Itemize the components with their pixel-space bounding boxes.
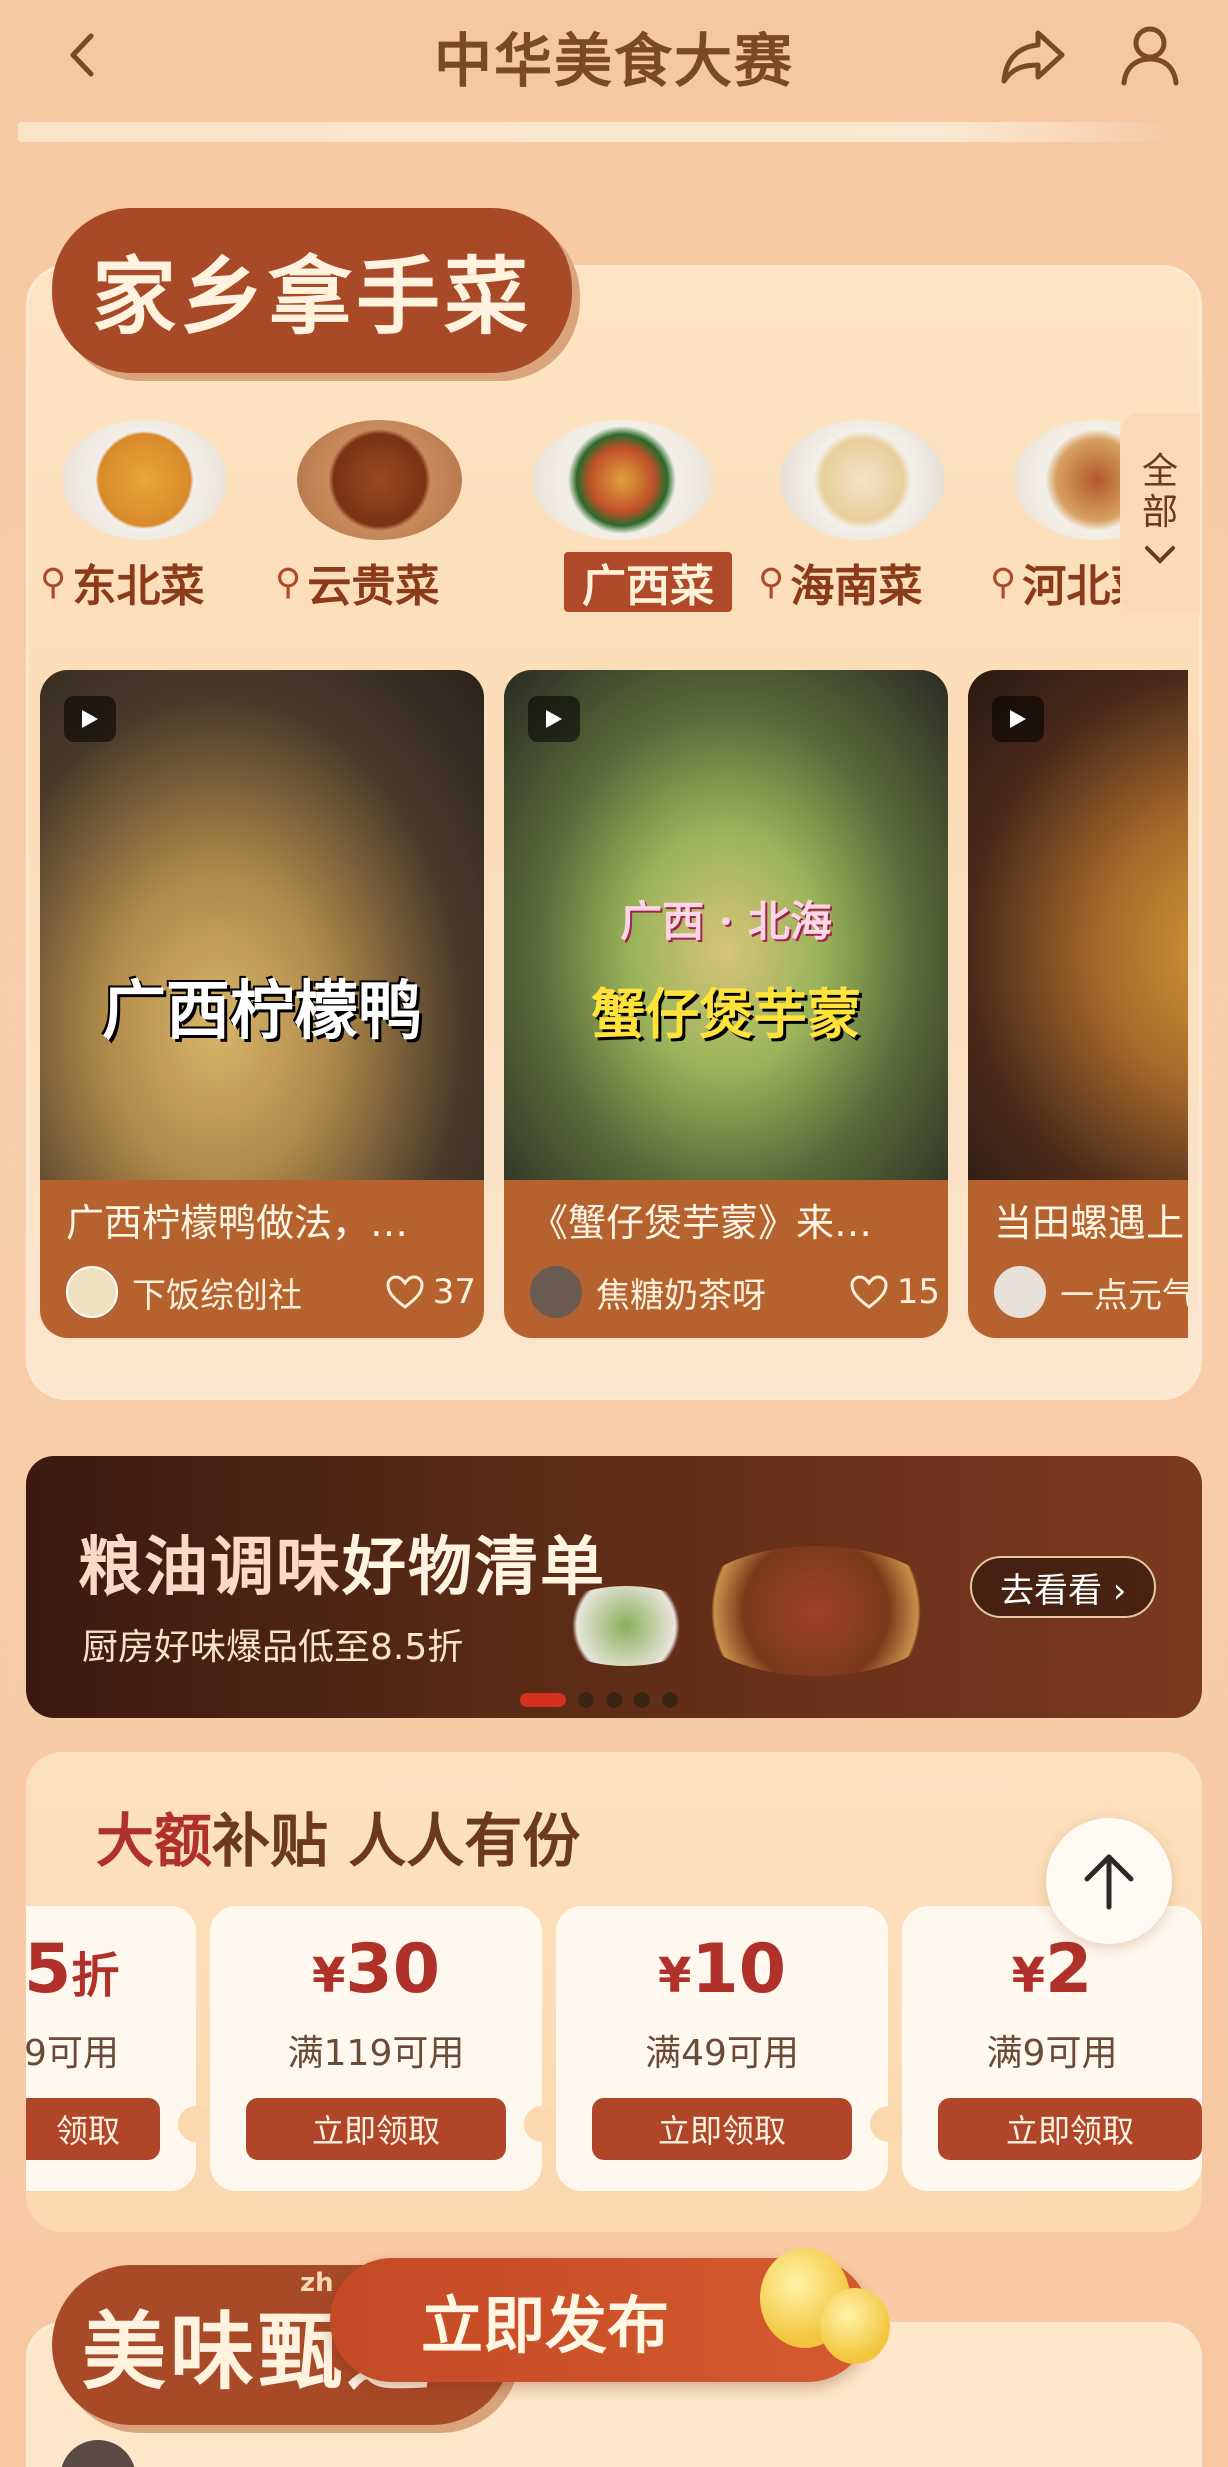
coupon: ¥30 满119可用 立即领取 [210, 1906, 542, 2191]
dish-image [532, 420, 712, 540]
region-tabs: ⚲东北菜 ⚲云贵菜 广西菜 ⚲海南菜 ⚲河北菜 [40, 420, 1120, 630]
video-card[interactable]: 当田螺遇上 一点元气 [968, 670, 1188, 1338]
share-icon[interactable] [998, 20, 1068, 90]
banner-subtitle: 厨房好味爆品低至8.5折 [82, 1627, 464, 1668]
author-name: 焦糖奶茶呀 [596, 1275, 766, 1316]
video-title: 广西柠檬鸭做法，… [66, 1201, 409, 1245]
claim-button[interactable]: 立即领取 [246, 2098, 506, 2160]
header-divider [18, 122, 1178, 142]
author-name: 一点元气 [1060, 1275, 1188, 1316]
coupon-condition: 满9可用 [986, 2033, 1118, 2074]
currency: ¥ [1011, 1948, 1046, 2004]
avatar [66, 1266, 118, 1318]
video-overlay-text: 广西柠檬鸭 [102, 974, 422, 1049]
video-title: 当田螺遇上 [994, 1201, 1185, 1245]
region-label: 东北菜 [72, 561, 205, 612]
play-icon [992, 696, 1044, 742]
coupon: ¥10 满49可用 立即领取 [556, 1906, 888, 2191]
food-image [686, 1546, 946, 1676]
video-card[interactable]: 广西柠檬鸭 广西柠檬鸭做法，… 下饭综创社 37 [40, 670, 484, 1338]
coupon-condition: 满49可用 [645, 2033, 799, 2074]
scroll-to-top-button[interactable] [1046, 1818, 1172, 1944]
like-count: 37 [432, 1272, 476, 1312]
location-pin-icon: ⚲ [275, 561, 302, 603]
region-tab-hainan[interactable]: ⚲ 海南菜 [758, 420, 988, 620]
like-count: 15 [896, 1272, 940, 1312]
claim-button[interactable]: 立即领取 [592, 2098, 852, 2160]
promo-banner[interactable]: 粮油调味好物清单 厨房好味爆品低至8.5折 去看看 › [26, 1456, 1202, 1718]
play-icon [528, 696, 580, 742]
carousel-dot [606, 1692, 622, 1708]
badge-pinyin: zh [300, 2268, 334, 2298]
video-title: 《蟹仔煲芋蒙》来… [530, 1201, 873, 1245]
heart-icon [386, 1275, 424, 1309]
heart-icon [850, 1275, 888, 1309]
carousel-dot [662, 1692, 678, 1708]
video-thumbnail [40, 670, 484, 1180]
currency: ¥ [657, 1948, 692, 2004]
subsidy-title: 大额补贴 人人有份 [96, 1807, 581, 1875]
arrow-up-icon [1084, 1854, 1134, 1910]
location-pin-icon: ⚲ [990, 561, 1017, 603]
chevron-down-icon [1143, 534, 1177, 575]
like-button[interactable]: 37 [385, 1272, 476, 1312]
coupon-notch [178, 2106, 214, 2142]
coupon-amount: 5 [26, 1930, 72, 2009]
region-tab-guangxi[interactable]: 广西菜 [520, 420, 750, 620]
all-regions-button[interactable]: 全 部 [1120, 413, 1200, 613]
avatar [530, 1266, 582, 1318]
badge-pinyin: ná [338, 212, 375, 242]
go-see-button[interactable]: 去看看 › [970, 1556, 1157, 1618]
coupon-unit: 折 [71, 1948, 120, 2004]
coupon-amount: 30 [345, 1930, 441, 2009]
carousel-dot-active [520, 1693, 566, 1707]
coupon-condition: 满119可用 [287, 2033, 465, 2074]
region-label: 云贵菜 [307, 561, 440, 612]
dish-image [297, 420, 462, 540]
region-tab-hebei[interactable]: ⚲河北菜 [990, 420, 1120, 620]
banner-title-highlight: 粮油调味 [78, 1530, 342, 1605]
carousel-dot [578, 1692, 594, 1708]
location-pin-icon: ⚲ [758, 561, 785, 603]
coupon-list: 5折 9可用 领取 ¥30 满119可用 立即领取 ¥10 满49可用 立即领取… [26, 1906, 1202, 2191]
carousel-dots [520, 1692, 678, 1708]
coupon: 5折 9可用 领取 [26, 1906, 196, 2191]
hometown-badge: 家乡拿手菜 [52, 208, 573, 373]
user-icon[interactable] [1115, 20, 1185, 90]
carousel-dot [634, 1692, 650, 1708]
claim-button[interactable]: 立即领取 [938, 2098, 1202, 2160]
coupon-amount: 10 [691, 1930, 787, 2009]
video-overlay-text: 蟹仔煲芋蒙 [591, 982, 861, 1046]
top-bar: 中华美食大赛 [0, 0, 1228, 110]
region-label-active: 广西菜 [582, 561, 714, 612]
coupon-notch [524, 2106, 560, 2142]
video-card[interactable]: 广西 · 北海 蟹仔煲芋蒙 《蟹仔煲芋蒙》来… 焦糖奶茶呀 15 [504, 670, 948, 1338]
region-label: 海南菜 [790, 561, 923, 612]
dish-image [780, 420, 945, 540]
video-thumbnail [968, 670, 1188, 1180]
location-pin-icon: ⚲ [40, 561, 67, 603]
video-carousel: 广西柠檬鸭 广西柠檬鸭做法，… 下饭综创社 37 广西 · 北海 蟹仔煲芋蒙 《… [40, 670, 1188, 1340]
author-name: 下饭综创社 [132, 1275, 302, 1316]
like-button[interactable]: 15 [849, 1272, 940, 1312]
avatar [994, 1266, 1046, 1318]
currency: ¥ [311, 1948, 346, 2004]
coupon-notch [870, 2106, 906, 2142]
region-tab-yungui[interactable]: ⚲ 云贵菜 [275, 420, 505, 620]
potato-mascot-icon [760, 2238, 890, 2368]
play-icon [64, 696, 116, 742]
coupon: ¥2 满9可用 立即领取 [902, 1906, 1202, 2191]
dish-image [62, 420, 227, 540]
video-overlay-subtext: 广西 · 北海 [620, 897, 832, 946]
coupon-condition: 9可用 [26, 2033, 119, 2074]
coupon-amount: 2 [1045, 1930, 1093, 2009]
subsidy-card: 大额补贴 人人有份 5折 9可用 领取 ¥30 满119可用 立即领取 ¥10 … [26, 1752, 1202, 2232]
region-tab-dongbei[interactable]: ⚲ 东北菜 [40, 420, 270, 620]
dish-image [1014, 420, 1120, 540]
claim-button[interactable]: 领取 [26, 2098, 160, 2160]
region-label: 河北菜 [1022, 561, 1120, 612]
banner-title: 好物清单 [342, 1530, 606, 1605]
